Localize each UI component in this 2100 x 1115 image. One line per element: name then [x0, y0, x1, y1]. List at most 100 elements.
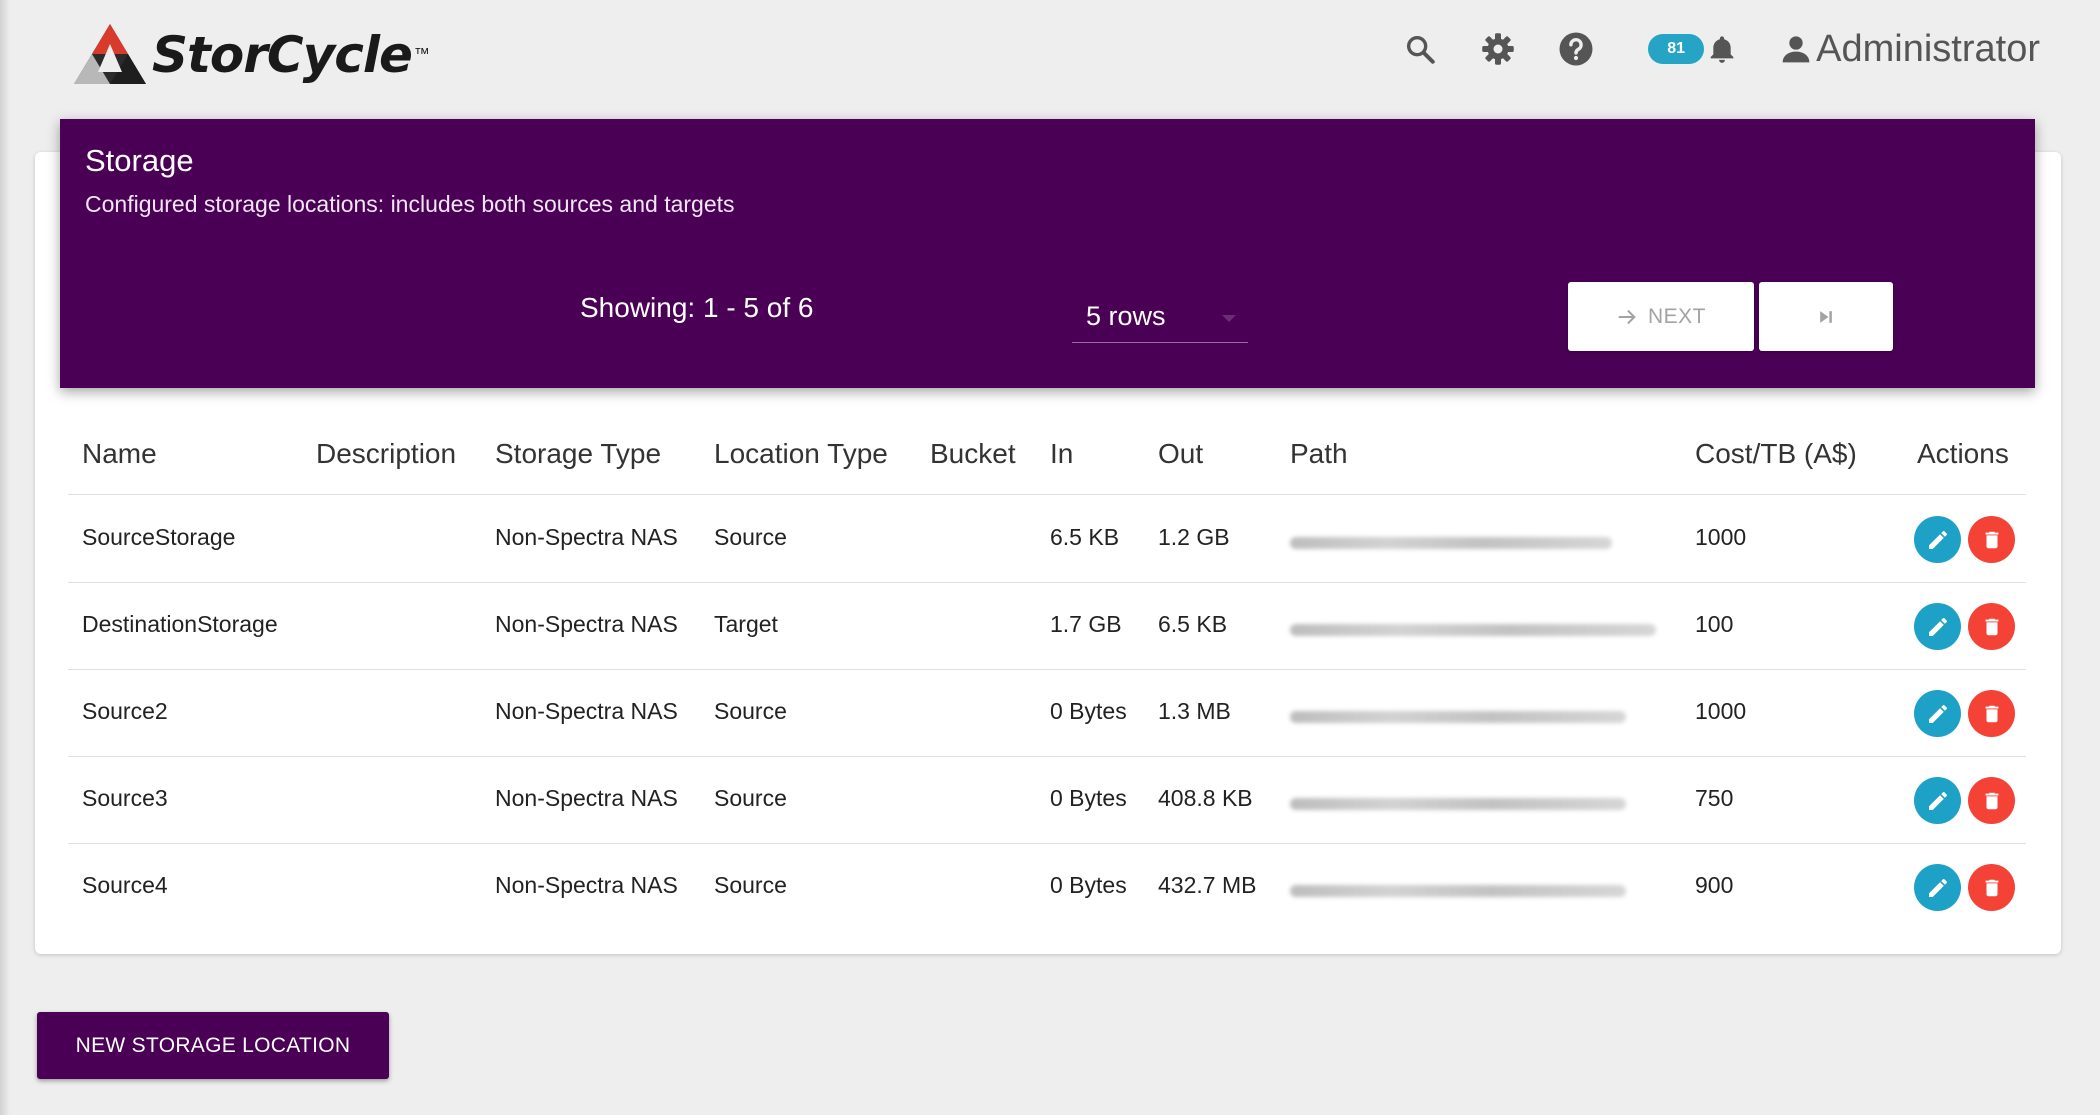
storage-banner: Storage Configured storage locations: in… [60, 119, 2035, 388]
last-page-button[interactable] [1759, 282, 1893, 351]
next-page-label: NEXT [1647, 304, 1706, 328]
column-header-storage-type[interactable]: Storage Type [495, 438, 661, 470]
cell-name: Source4 [82, 872, 168, 898]
rows-per-page-value: 5 rows [1086, 301, 1166, 331]
cell-location-type: Target [714, 611, 778, 637]
pencil-icon [1928, 530, 1947, 549]
cell-path-redacted [1290, 624, 1656, 636]
bell-icon [1710, 36, 1734, 63]
app-logo[interactable]: StorCycle ™ [72, 20, 430, 90]
cell-location-type: Source [714, 524, 787, 550]
cell-in: 6.5 KB [1050, 524, 1120, 550]
trash-icon [1985, 879, 1998, 896]
cell-path-redacted [1290, 798, 1626, 810]
cell-in: 1.7 GB [1050, 611, 1122, 637]
cell-cost: 1000 [1695, 524, 1747, 550]
arrow-right-icon [1618, 309, 1636, 324]
cell-out: 1.3 MB [1158, 698, 1231, 724]
cell-out: 432.7 MB [1158, 872, 1257, 898]
cell-path-redacted [1290, 711, 1626, 723]
column-header-path[interactable]: Path [1290, 438, 1348, 470]
page-title: Storage [85, 143, 194, 178]
column-header-name[interactable]: Name [82, 438, 157, 470]
table-row[interactable]: Source2 Non-Spectra NAS Source 0 Bytes 1… [68, 669, 2026, 757]
person-icon [1782, 36, 1810, 63]
new-storage-location-button[interactable]: NEW STORAGE LOCATION [37, 1012, 389, 1079]
rows-per-page-select[interactable]: 5 rows [1072, 297, 1248, 343]
delete-button[interactable] [1968, 603, 2015, 650]
trash-icon [1985, 705, 1998, 722]
trash-icon [1985, 531, 1998, 548]
pencil-icon [1928, 704, 1947, 723]
user-menu[interactable]: Administrator [1780, 28, 2040, 71]
table-row[interactable]: SourceStorage Non-Spectra NAS Source 6.5… [68, 495, 2026, 583]
cell-out: 408.8 KB [1158, 785, 1253, 811]
edit-button[interactable] [1914, 864, 1961, 911]
cell-path-redacted [1290, 537, 1612, 549]
table-row[interactable]: Source3 Non-Spectra NAS Source 0 Bytes 4… [68, 756, 2026, 844]
column-header-actions: Actions [1917, 438, 2009, 469]
help-icon [1559, 32, 1593, 66]
search-icon [1407, 35, 1435, 64]
cell-name: DestinationStorage [82, 611, 278, 637]
column-header-location-type[interactable]: Location Type [714, 438, 888, 470]
gear-icon [1482, 33, 1514, 65]
notifications-button[interactable] [1704, 27, 1740, 71]
next-page-button[interactable]: NEXT [1568, 282, 1754, 351]
edit-button[interactable] [1914, 777, 1961, 824]
cell-storage-type: Non-Spectra NAS [495, 785, 678, 811]
cell-location-type: Source [714, 872, 787, 898]
table-row[interactable]: Source4 Non-Spectra NAS Source 0 Bytes 4… [68, 843, 2026, 930]
cell-cost: 1000 [1695, 698, 1747, 724]
column-header-description[interactable]: Description [316, 438, 456, 470]
cell-storage-type: Non-Spectra NAS [495, 611, 678, 637]
delete-button[interactable] [1968, 777, 2015, 824]
table-header: Name Description Storage Type Location T… [68, 430, 2026, 495]
cell-storage-type: Non-Spectra NAS [495, 524, 678, 550]
settings-button[interactable] [1476, 27, 1520, 71]
column-header-out[interactable]: Out [1158, 438, 1203, 470]
cell-cost: 900 [1695, 872, 1734, 898]
pencil-icon [1928, 878, 1947, 897]
edit-button[interactable] [1914, 690, 1961, 737]
cell-cost: 100 [1695, 611, 1734, 637]
pagination-status: Showing: 1 - 5 of 6 [580, 292, 814, 323]
cell-cost: 750 [1695, 785, 1734, 811]
cell-in: 0 Bytes [1050, 872, 1127, 898]
column-header-in[interactable]: In [1050, 438, 1073, 470]
cell-name: Source3 [82, 785, 168, 811]
edit-button[interactable] [1914, 516, 1961, 563]
storcycle-logo-icon [74, 24, 146, 84]
skip-to-end-icon [1820, 310, 1832, 323]
logo-trademark: ™ [413, 46, 430, 63]
cell-name: SourceStorage [82, 524, 236, 550]
window-edge [0, 0, 10, 1115]
cell-out: 6.5 KB [1158, 611, 1228, 637]
pencil-icon [1928, 791, 1947, 810]
column-header-cost[interactable]: Cost/TB (A$) [1695, 438, 1857, 470]
delete-button[interactable] [1968, 690, 2015, 737]
delete-button[interactable] [1968, 516, 2015, 563]
delete-button[interactable] [1968, 864, 2015, 911]
table-row[interactable]: DestinationStorage Non-Spectra NAS Targe… [68, 582, 2026, 670]
trash-icon [1985, 792, 1998, 809]
edit-button[interactable] [1914, 603, 1961, 650]
help-button[interactable] [1554, 27, 1598, 71]
cell-in: 0 Bytes [1050, 698, 1127, 724]
logo-text: StorCycle [152, 26, 413, 84]
cell-location-type: Source [714, 785, 787, 811]
cell-name: Source2 [82, 698, 168, 724]
chevron-down-icon [1222, 315, 1236, 322]
cell-storage-type: Non-Spectra NAS [495, 872, 678, 898]
cell-storage-type: Non-Spectra NAS [495, 698, 678, 724]
page-subtitle: Configured storage locations: includes b… [85, 191, 735, 217]
search-button[interactable] [1398, 27, 1442, 71]
column-header-bucket[interactable]: Bucket [930, 438, 1016, 470]
cell-out: 1.2 GB [1158, 524, 1230, 550]
notification-count-badge[interactable]: 81 [1648, 34, 1705, 64]
header-toolbar: 81 Administrator [1398, 24, 2040, 74]
cell-path-redacted [1290, 885, 1626, 897]
cell-in: 0 Bytes [1050, 785, 1127, 811]
trash-icon [1985, 618, 1998, 635]
cell-location-type: Source [714, 698, 787, 724]
